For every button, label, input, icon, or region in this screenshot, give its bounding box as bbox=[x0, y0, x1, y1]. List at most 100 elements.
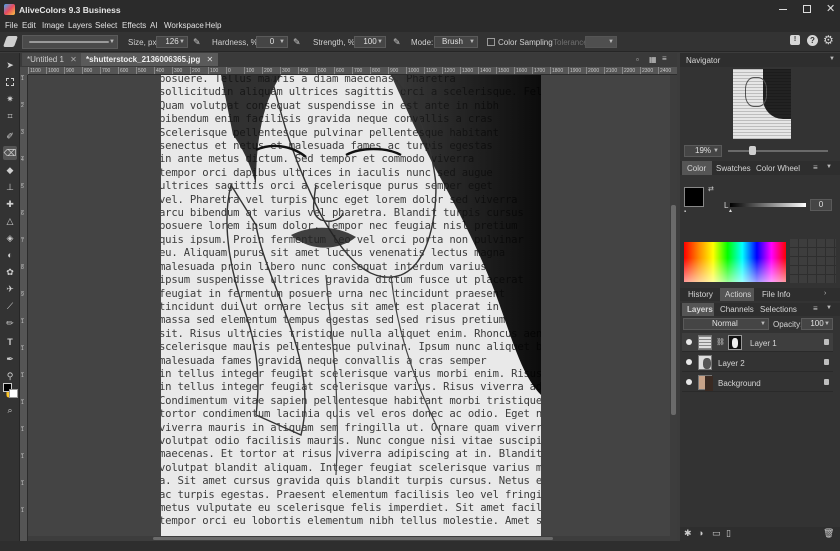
tab-shutterstock[interactable]: *shutterstock_2136006365.jpg ✕ bbox=[81, 53, 219, 66]
reset-colors-icon[interactable]: ▪ bbox=[684, 209, 686, 215]
brush-preset-picker[interactable]: ▼ bbox=[22, 35, 118, 49]
magic-wand-tool-icon[interactable]: ✷ bbox=[3, 92, 17, 106]
l-channel-slider[interactable] bbox=[730, 203, 806, 207]
tab-color[interactable]: Color bbox=[682, 161, 712, 175]
link-icon[interactable]: ⛓ bbox=[716, 338, 725, 346]
size-input[interactable]: 126 ▼ bbox=[156, 36, 188, 48]
scrollbar-thumb[interactable] bbox=[671, 205, 676, 415]
menu-help[interactable]: Help bbox=[205, 21, 221, 30]
adjustment-icon[interactable]: ◑ bbox=[698, 528, 703, 538]
liquify-tool-icon[interactable]: ⟋ bbox=[3, 299, 17, 313]
l-channel-handle[interactable]: ▲ bbox=[728, 208, 733, 214]
color-sampling-checkbox[interactable] bbox=[487, 38, 495, 46]
menu-select[interactable]: Select bbox=[95, 21, 117, 30]
zoom-tool-icon[interactable]: ⌕ bbox=[3, 403, 17, 417]
lock-icon[interactable] bbox=[824, 339, 829, 345]
tab-history[interactable]: History bbox=[688, 290, 713, 299]
stamp-tool-icon[interactable]: ⊥ bbox=[3, 180, 17, 194]
color-spectrum[interactable] bbox=[684, 242, 786, 282]
lock-icon[interactable] bbox=[824, 359, 829, 365]
visibility-eye-icon[interactable] bbox=[686, 379, 692, 385]
delete-layer-icon[interactable]: 🗑 bbox=[823, 528, 834, 539]
menu-file[interactable]: File bbox=[5, 21, 18, 30]
chevron-down-icon[interactable]: ▼ bbox=[826, 305, 832, 311]
panel-menu-icon[interactable]: ≡ bbox=[813, 304, 818, 313]
dodge-tool-icon[interactable]: ✈ bbox=[3, 282, 17, 296]
effects-star-icon[interactable]: ✱ bbox=[684, 528, 692, 539]
menu-ai[interactable]: AI bbox=[150, 21, 158, 30]
brush-tool-icon[interactable]: ✐ bbox=[3, 129, 17, 143]
fill-tool-icon[interactable]: ◈ bbox=[3, 231, 17, 245]
strength-input[interactable]: 100 ▼ bbox=[354, 36, 386, 48]
new-group-folder-icon[interactable]: ▭ bbox=[712, 528, 721, 539]
crop-tool-icon[interactable]: ⌗ bbox=[3, 109, 17, 123]
settings-gear-icon[interactable]: ⚙ bbox=[823, 33, 834, 47]
pen-tool-icon[interactable]: ✒ bbox=[3, 352, 17, 366]
l-channel-input[interactable]: 0 bbox=[810, 199, 832, 211]
arrange-grid-icon[interactable]: ▦ bbox=[649, 55, 657, 64]
tab-channels[interactable]: Channels bbox=[720, 305, 754, 314]
recent-colors-grid[interactable] bbox=[790, 239, 836, 283]
rect-select-tool-icon[interactable] bbox=[3, 75, 17, 89]
menu-effects[interactable]: Effects bbox=[122, 21, 146, 30]
tab-selections[interactable]: Selections bbox=[760, 305, 797, 314]
chevron-right-icon[interactable]: › bbox=[824, 290, 826, 297]
hardness-input[interactable]: 0 ▼ bbox=[256, 36, 288, 48]
tab-actions[interactable]: Actions bbox=[720, 288, 754, 301]
visibility-eye-icon[interactable] bbox=[686, 339, 692, 345]
lock-icon[interactable] bbox=[824, 379, 829, 385]
smudge-tool-icon[interactable]: ✿ bbox=[3, 265, 17, 279]
tab-layers[interactable]: Layers bbox=[682, 303, 714, 316]
zoom-select[interactable]: 19% ▼ bbox=[684, 145, 722, 157]
background-color-swatch[interactable] bbox=[9, 389, 18, 398]
new-layer-icon[interactable]: ▯ bbox=[726, 528, 731, 539]
menu-image[interactable]: Image bbox=[42, 21, 64, 30]
layer-row-layer-2[interactable]: Layer 2 bbox=[682, 353, 833, 372]
image-canvas[interactable]: posuere. Tellus mauris a diam maecenas. … bbox=[161, 75, 541, 536]
pressure-icon[interactable]: ✎ bbox=[193, 37, 201, 48]
tab-swatches[interactable]: Swatches bbox=[716, 164, 751, 173]
visibility-eye-icon[interactable] bbox=[686, 359, 692, 365]
chevron-down-icon[interactable]: ▼ bbox=[829, 56, 835, 62]
close-icon[interactable]: ✕ bbox=[826, 2, 835, 15]
help-icon[interactable]: ? bbox=[807, 35, 818, 46]
vertical-scrollbar[interactable] bbox=[670, 75, 677, 541]
zoom-slider-handle[interactable] bbox=[749, 146, 756, 155]
comment-icon[interactable]: ! bbox=[790, 35, 800, 45]
swap-colors-icon[interactable]: ⇄ bbox=[708, 185, 714, 193]
pressure-icon[interactable]: ✎ bbox=[293, 37, 301, 48]
close-icon[interactable]: ✕ bbox=[70, 55, 77, 64]
text-tool-icon[interactable]: T bbox=[3, 335, 17, 349]
close-icon[interactable]: ✕ bbox=[207, 55, 214, 64]
opacity-input[interactable]: 100 ▼ bbox=[801, 318, 833, 330]
gradient-tool-icon[interactable]: ◐ bbox=[3, 248, 17, 262]
new-document-icon[interactable]: ▫ bbox=[636, 55, 639, 64]
eyedropper-tool-icon[interactable]: ⚲ bbox=[3, 369, 17, 383]
menu-workspace[interactable]: Workspace bbox=[164, 21, 204, 30]
menu-layers[interactable]: Layers bbox=[68, 21, 92, 30]
blur-tool-icon[interactable]: △ bbox=[3, 214, 17, 228]
scrollbar-thumb[interactable] bbox=[153, 537, 553, 540]
tab-file-info[interactable]: File Info bbox=[762, 290, 790, 299]
healing-tool-icon[interactable]: ✚ bbox=[3, 197, 17, 211]
maximize-icon[interactable] bbox=[803, 5, 811, 13]
layer-row-background[interactable]: Background bbox=[682, 373, 833, 392]
move-tool-icon[interactable]: ➤ bbox=[3, 58, 17, 72]
menu-edit[interactable]: Edit bbox=[22, 21, 36, 30]
mode-select[interactable]: Brush ▼ bbox=[434, 36, 478, 48]
tab-untitled-1[interactable]: *Untitled 1 ✕ bbox=[22, 53, 82, 66]
tab-color-wheel[interactable]: Color Wheel bbox=[756, 164, 800, 173]
eraser-alt-tool-icon[interactable]: ◆ bbox=[3, 163, 17, 177]
layer-row-layer-1[interactable]: ⛓ Layer 1 bbox=[682, 333, 833, 352]
minimize-icon[interactable] bbox=[779, 9, 787, 10]
tab-menu-icon[interactable]: ≡ bbox=[662, 54, 667, 63]
primary-color-swatch[interactable] bbox=[684, 187, 704, 207]
navigator-thumbnail[interactable] bbox=[733, 69, 791, 139]
chevron-down-icon[interactable]: ▼ bbox=[826, 164, 832, 170]
panel-menu-icon[interactable]: ≡ bbox=[813, 163, 818, 172]
zoom-slider-track[interactable] bbox=[728, 150, 828, 152]
eraser-tool-icon[interactable]: ⌫ bbox=[3, 146, 17, 160]
pencil-tool-icon[interactable]: ✏ bbox=[3, 316, 17, 330]
blend-mode-select[interactable]: Normal ▼ bbox=[683, 318, 769, 330]
pressure-icon[interactable]: ✎ bbox=[393, 37, 401, 48]
